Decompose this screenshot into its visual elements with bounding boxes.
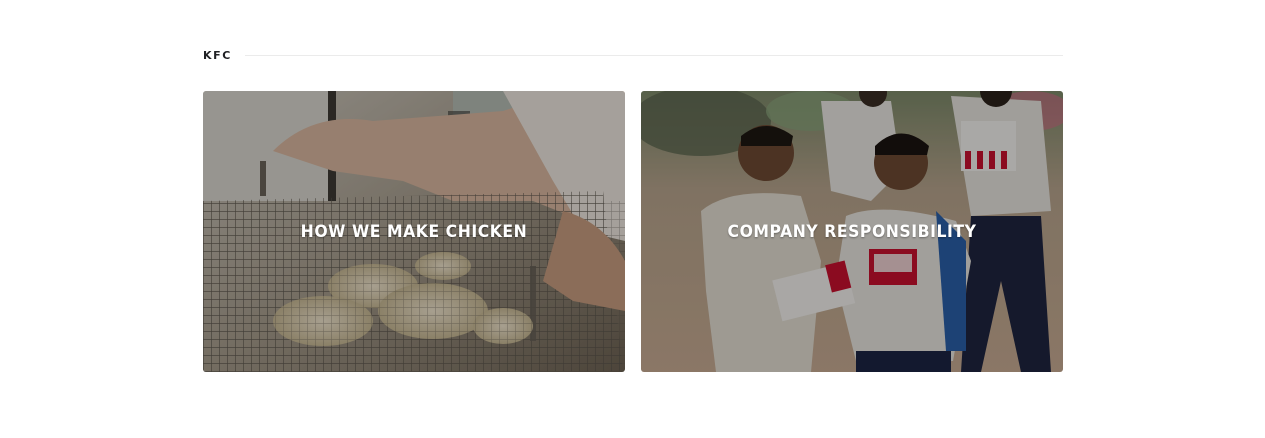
- section-divider: [245, 55, 1063, 56]
- card-how-we-make-chicken[interactable]: HOW WE MAKE CHICKEN: [203, 91, 625, 372]
- kfc-section: KFC HOW WE MAKE CHICKEN COMPANY RESPONSI…: [203, 0, 1063, 438]
- card-title: COMPANY RESPONSIBILITY: [727, 222, 977, 242]
- section-brand-label: KFC: [203, 49, 232, 62]
- card-company-responsibility[interactable]: COMPANY RESPONSIBILITY: [641, 91, 1063, 372]
- card-title: HOW WE MAKE CHICKEN: [300, 222, 528, 242]
- section-header: KFC: [203, 49, 1063, 63]
